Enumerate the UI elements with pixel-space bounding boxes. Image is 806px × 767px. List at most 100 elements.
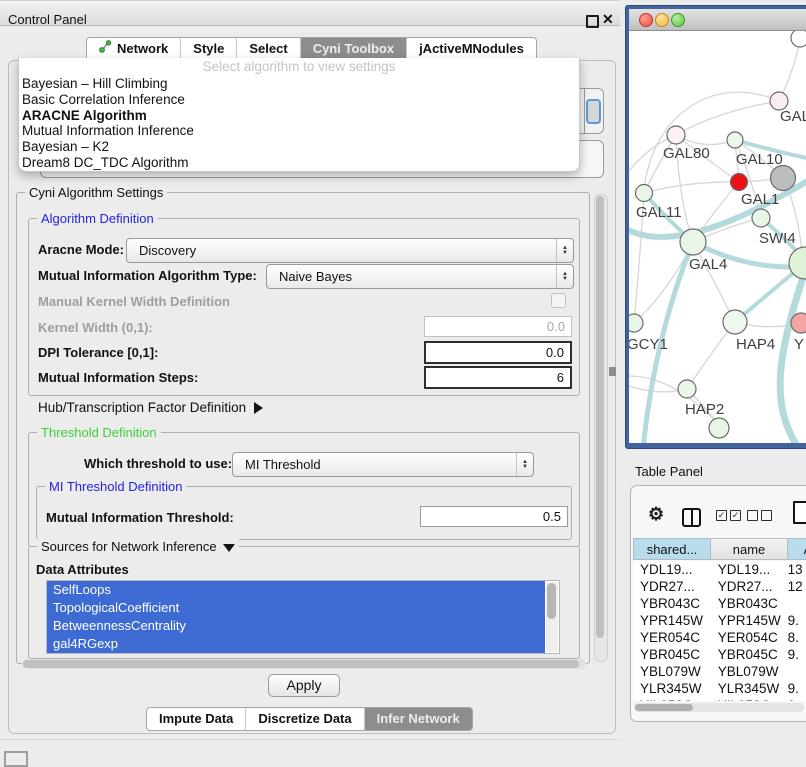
network-node[interactable] <box>791 31 806 47</box>
tab-infer-network[interactable]: Infer Network <box>365 708 472 730</box>
combo-stepper[interactable] <box>584 89 603 133</box>
data-attributes-list[interactable]: SelfLoopsTopologicalCoefficientBetweenne… <box>46 580 560 654</box>
columns-icon[interactable] <box>682 508 701 527</box>
network-node[interactable] <box>731 174 748 191</box>
apply-button[interactable]: Apply <box>268 674 340 697</box>
settings-horizontal-scrollbar[interactable] <box>22 659 586 669</box>
hub-definition-toggle[interactable]: Hub/Transcription Factor Definition <box>38 400 263 415</box>
network-node[interactable] <box>629 314 643 332</box>
close-traffic-light[interactable] <box>639 13 653 27</box>
table-row[interactable]: YLR345WYLR345W9. <box>633 680 806 697</box>
table-cell[interactable]: YLR345W <box>633 680 712 697</box>
attribute-item[interactable]: BetweennessCentrality <box>47 617 545 635</box>
table-row[interactable]: YBR043CYBR043C <box>633 595 806 612</box>
table-cell[interactable] <box>788 663 806 680</box>
gear-icon[interactable]: ⚙ <box>648 504 664 525</box>
expand-right-icon[interactable] <box>254 402 263 414</box>
network-node[interactable] <box>791 313 806 333</box>
column-header-shared-name[interactable]: shared... <box>633 538 711 560</box>
table-horizontal-scrollbar[interactable] <box>634 703 804 712</box>
table-cell[interactable]: YBR043C <box>712 595 788 612</box>
network-node[interactable] <box>680 229 706 255</box>
algorithm-option[interactable]: Dream8 DC_TDC Algorithm <box>19 155 579 171</box>
table-cell[interactable]: 13 <box>788 561 806 578</box>
mi-type-combo[interactable]: Naive Bayes ▲▼ <box>266 264 574 289</box>
network-node[interactable] <box>771 166 796 191</box>
table-row[interactable]: YIL052CYIL052C9 <box>633 697 806 701</box>
mi-threshold-field[interactable]: 0.5 <box>420 506 568 527</box>
table-cell[interactable]: YDR27... <box>712 578 788 595</box>
settings-vertical-scrollbar[interactable] <box>594 194 608 662</box>
network-node[interactable] <box>723 310 747 334</box>
table-cell[interactable]: 9. <box>788 612 806 629</box>
algorithm-option[interactable]: ARACNE Algorithm <box>19 108 579 124</box>
network-window-titlebar[interactable] <box>629 9 806 31</box>
table-cell[interactable]: YDR27... <box>633 578 712 595</box>
column-header-name[interactable]: name <box>711 538 788 560</box>
float-window-icon[interactable] <box>586 15 599 28</box>
table-cell[interactable]: 9 <box>788 697 806 701</box>
network-node[interactable] <box>709 418 729 438</box>
split-pane-grip[interactable] <box>609 367 616 376</box>
dpi-tolerance-field[interactable]: 0.0 <box>424 341 572 364</box>
table-cell[interactable]: YBL079W <box>633 663 712 680</box>
attribute-item[interactable]: SelfLoops <box>47 581 545 599</box>
attribute-item[interactable]: gal4RGexp <box>47 635 545 653</box>
table-cell[interactable]: 9. <box>788 680 806 697</box>
tab-jactivemnodules[interactable]: jActiveMNodules <box>407 38 536 60</box>
table-cell[interactable]: YBR045C <box>633 646 712 663</box>
table-cell[interactable]: YBR045C <box>712 646 788 663</box>
deselect-all-columns-icon[interactable] <box>747 510 772 521</box>
export-table-icon[interactable] <box>793 501 806 524</box>
table-cell[interactable]: YPR145W <box>633 612 712 629</box>
column-header-third[interactable]: A <box>788 538 806 560</box>
select-all-columns-icon[interactable]: ✓✓ <box>716 510 741 521</box>
network-node[interactable] <box>667 126 685 144</box>
mi-steps-field[interactable]: 6 <box>424 366 572 389</box>
which-threshold-combo[interactable]: MI Threshold ▲▼ <box>232 452 534 477</box>
aracne-mode-combo[interactable]: Discovery ▲▼ <box>126 238 574 263</box>
attribute-item[interactable]: TopologicalCoefficient <box>47 599 545 617</box>
network-node[interactable] <box>678 380 696 398</box>
table-row[interactable]: YER054CYER054C8. <box>633 629 806 646</box>
algorithm-option[interactable]: Mutual Information Inference <box>19 123 579 139</box>
table-row[interactable]: YPR145WYPR145W9. <box>633 612 806 629</box>
table-cell[interactable]: 8. <box>788 629 806 646</box>
bottom-left-widget[interactable] <box>4 751 28 767</box>
network-node[interactable] <box>752 209 770 227</box>
table-cell[interactable]: YLR345W <box>712 680 788 697</box>
manual-kernel-checkbox[interactable] <box>551 293 566 308</box>
table-cell[interactable]: 9. <box>788 646 806 663</box>
table-cell[interactable]: YBR043C <box>633 595 712 612</box>
attributes-scrollbar[interactable] <box>546 582 558 652</box>
table-cell[interactable]: YPR145W <box>712 612 788 629</box>
table-cell[interactable]: YER054C <box>633 629 712 646</box>
table-cell[interactable]: YIL052C <box>712 697 788 701</box>
table-row[interactable]: YBR045CYBR045C9. <box>633 646 806 663</box>
tab-impute-data[interactable]: Impute Data <box>147 708 246 730</box>
collapse-down-icon[interactable] <box>223 544 235 552</box>
tab-discretize-data[interactable]: Discretize Data <box>246 708 364 730</box>
network-node[interactable] <box>727 132 743 148</box>
network-node[interactable] <box>636 185 653 202</box>
tab-cyni-toolbox[interactable]: Cyni Toolbox <box>301 38 407 60</box>
table-row[interactable]: YBL079WYBL079W <box>633 663 806 680</box>
tab-network[interactable]: Network <box>87 38 181 60</box>
table-body[interactable]: YDL19...YDL19...13YDR27...YDR27...12YBR0… <box>633 561 806 701</box>
tab-style[interactable]: Style <box>181 38 237 60</box>
table-cell[interactable]: 12 <box>788 578 806 595</box>
minimize-traffic-light[interactable] <box>655 13 669 27</box>
zoom-traffic-light[interactable] <box>671 13 685 27</box>
algorithm-option[interactable]: Bayesian – K2 <box>19 139 579 155</box>
tab-select[interactable]: Select <box>237 38 300 60</box>
table-cell[interactable]: YDL19... <box>633 561 712 578</box>
kernel-width-field[interactable]: 0.0 <box>424 316 572 337</box>
table-cell[interactable]: YBL079W <box>712 663 788 680</box>
algorithm-option[interactable]: Bayesian – Hill Climbing <box>19 76 579 92</box>
table-cell[interactable]: YDL19... <box>712 561 788 578</box>
table-cell[interactable]: YER054C <box>712 629 788 646</box>
table-row[interactable]: YDR27...YDR27...12 <box>633 578 806 595</box>
table-cell[interactable] <box>788 595 806 612</box>
table-row[interactable]: YDL19...YDL19...13 <box>633 561 806 578</box>
table-cell[interactable]: YIL052C <box>633 697 712 701</box>
